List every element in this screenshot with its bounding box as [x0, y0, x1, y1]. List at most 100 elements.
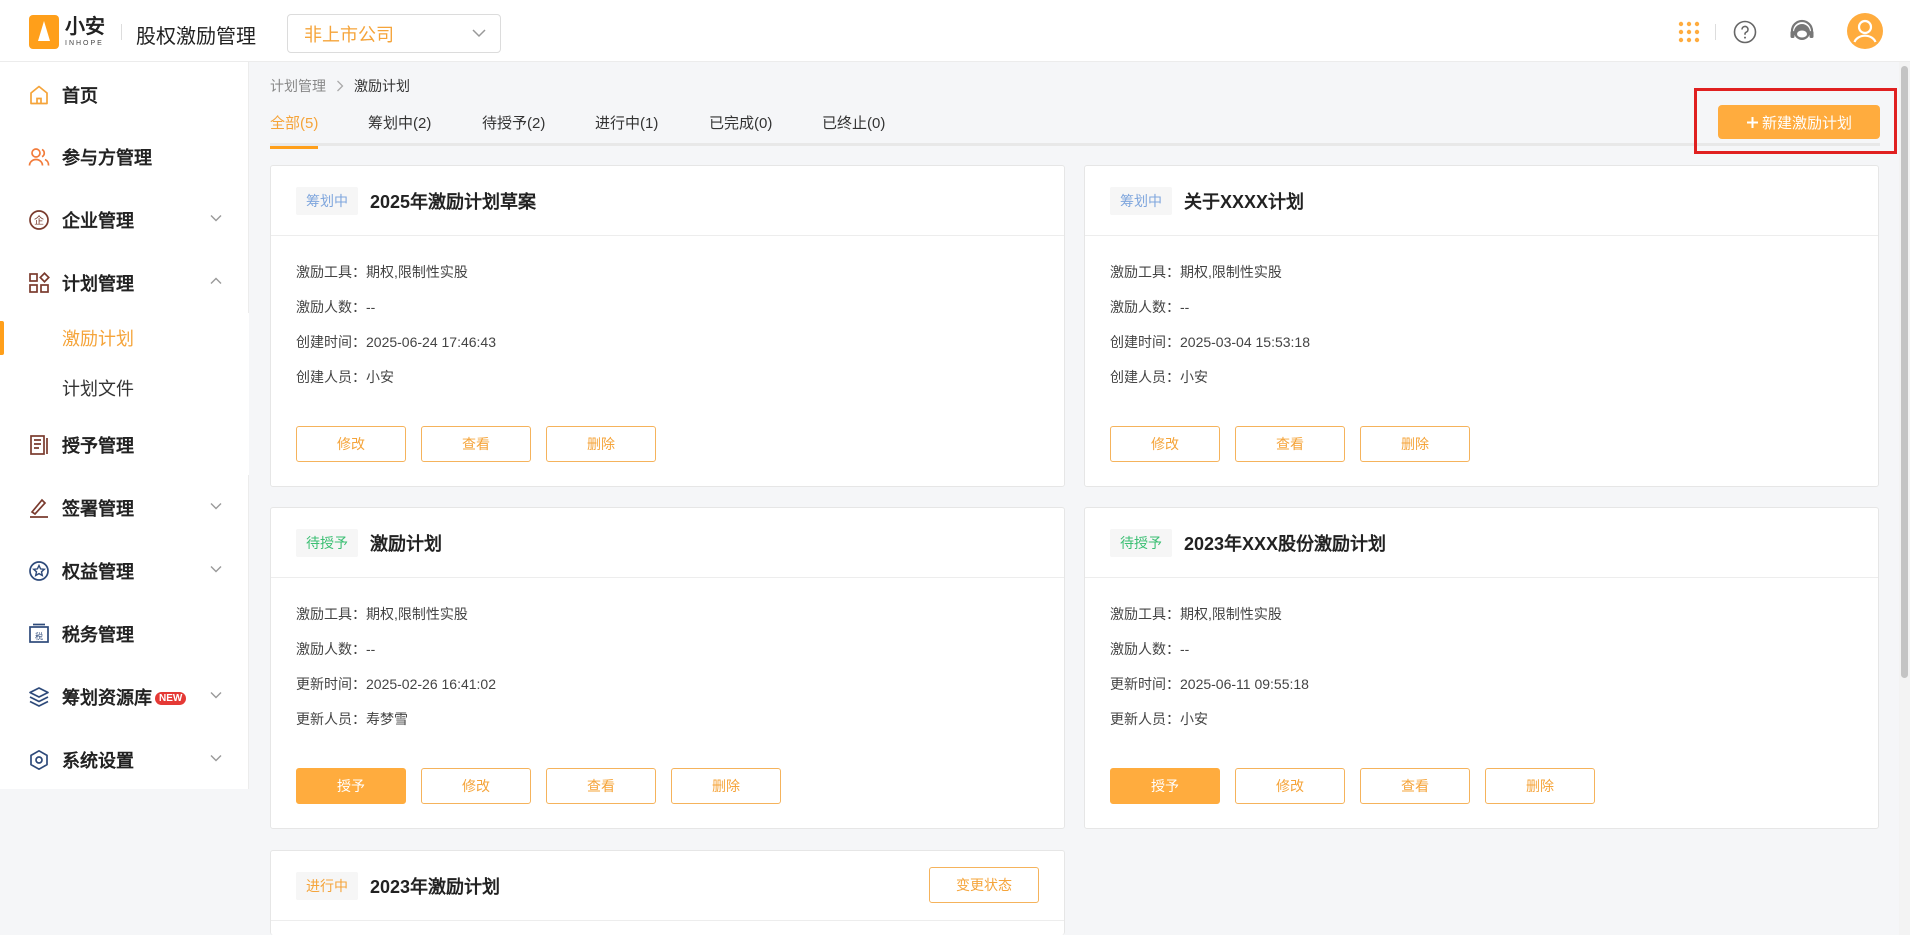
sidebar-item-label: 授予管理: [62, 436, 134, 456]
highlight-box: [1694, 88, 1897, 154]
plan-card: 待授予 激励计划 激励工具：期权,限制性实股 激励人数：-- 更新时间：2025…: [270, 507, 1065, 829]
sidebar-item-grant-management[interactable]: 授予管理: [0, 415, 249, 475]
apps-grid-icon[interactable]: [1678, 21, 1700, 43]
sidebar-subitem-label: 激励计划: [62, 329, 134, 349]
top-bar: 小安 INHOPE 股权激励管理 非上市公司: [0, 0, 1910, 62]
sidebar-item-plan-management[interactable]: 计划管理: [0, 253, 249, 313]
view-button[interactable]: 查看: [546, 768, 656, 804]
sidebar-item-system-settings[interactable]: 系统设置: [0, 730, 249, 790]
app-title: 股权激励管理: [136, 26, 256, 48]
sidebar-subitem-plan-files[interactable]: 计划文件: [0, 363, 249, 413]
settings-icon: [30, 749, 48, 771]
new-badge: NEW: [155, 692, 187, 705]
status-badge: 筹划中: [296, 186, 358, 215]
plan-field-count: 激励人数：--: [296, 641, 376, 657]
customer-service-icon[interactable]: [1789, 19, 1815, 45]
tab-pending-grant[interactable]: 待授予(2): [482, 112, 545, 146]
plan-field-tools: 激励工具：期权,限制性实股: [1110, 606, 1282, 622]
icon-divider: [1715, 24, 1716, 40]
chevron-down-icon: [210, 503, 222, 510]
grant-button[interactable]: 授予: [296, 768, 406, 804]
sidebar-item-label-text: 筹划资源库: [62, 688, 152, 708]
delete-button[interactable]: 删除: [546, 426, 656, 462]
sidebar-item-label: 筹划资源库 NEW: [62, 684, 187, 710]
logo-subtitle: INHOPE: [65, 40, 104, 47]
plan-title: 2023年XXX股份激励计划: [1184, 533, 1387, 554]
edit-button[interactable]: 修改: [421, 768, 531, 804]
svg-text:税: 税: [35, 631, 43, 641]
scrollbar[interactable]: [1899, 62, 1910, 935]
scrollbar-thumb[interactable]: [1901, 66, 1908, 678]
chevron-down-icon: [210, 755, 222, 762]
view-button[interactable]: 查看: [421, 426, 531, 462]
sidebar-item-enterprise[interactable]: 企 企业管理: [0, 190, 249, 250]
sidebar-item-label: 签署管理: [62, 499, 134, 519]
sidebar-item-resource-library[interactable]: 筹划资源库 NEW: [0, 667, 249, 727]
edit-button[interactable]: 修改: [296, 426, 406, 462]
status-tabs: 全部(5) 筹划中(2) 待授予(2) 进行中(1) 已完成(0) 已终止(0): [270, 108, 1880, 149]
view-button[interactable]: 查看: [1360, 768, 1470, 804]
plan-field-count: 激励人数：--: [296, 299, 376, 315]
plan-card: 待授予 2023年XXX股份激励计划 激励工具：期权,限制性实股 激励人数：--…: [1084, 507, 1879, 829]
sidebar-item-label: 税务管理: [62, 625, 134, 645]
edit-button[interactable]: 修改: [1110, 426, 1220, 462]
sidebar-item-label: 首页: [62, 86, 98, 106]
view-button[interactable]: 查看: [1235, 426, 1345, 462]
chevron-down-icon: [210, 566, 222, 573]
grant-button[interactable]: 授予: [1110, 768, 1220, 804]
plan-card-header: 筹划中 2025年激励计划草案: [271, 166, 1064, 236]
tab-completed[interactable]: 已完成(0): [709, 112, 772, 146]
tab-terminated[interactable]: 已终止(0): [822, 112, 885, 146]
sidebar-item-rights-management[interactable]: 权益管理: [0, 541, 249, 601]
plan-field-time: 创建时间：2025-03-04 15:53:18: [1110, 334, 1310, 350]
plan-field-person: 创建人员：小安: [296, 369, 394, 385]
sidebar-subitem-label: 计划文件: [62, 379, 134, 399]
tab-in-progress[interactable]: 进行中(1): [595, 112, 658, 146]
delete-button[interactable]: 删除: [671, 768, 781, 804]
chevron-up-icon: [210, 277, 222, 284]
plan-field-time: 创建时间：2025-06-24 17:46:43: [296, 334, 496, 350]
plan-title: 关于XXXX计划: [1184, 191, 1305, 212]
user-avatar-icon[interactable]: [1847, 13, 1883, 49]
logo[interactable]: 小安 INHOPE: [29, 15, 105, 49]
plan-card-header: 筹划中 关于XXXX计划: [1085, 166, 1878, 236]
sidebar-item-label: 权益管理: [62, 562, 134, 582]
sidebar-item-label: 计划管理: [62, 274, 134, 294]
sidebar-item-participants[interactable]: 参与方管理: [0, 127, 249, 187]
rights-icon: [29, 561, 49, 581]
plan-card-header: 待授予 激励计划: [271, 508, 1064, 578]
tab-all[interactable]: 全部(5): [270, 112, 319, 149]
home-icon: [30, 85, 48, 105]
company-type-select[interactable]: 非上市公司: [287, 14, 501, 53]
chevron-right-icon: [337, 80, 344, 92]
chevron-down-icon: [210, 692, 222, 699]
company-type-value: 非上市公司: [304, 24, 394, 45]
edit-button[interactable]: 修改: [1235, 768, 1345, 804]
sidebar-item-tax-management[interactable]: 税 税务管理: [0, 604, 249, 664]
plan-field-person: 创建人员：小安: [1110, 369, 1208, 385]
tab-planning[interactable]: 筹划中(2): [368, 112, 431, 146]
users-icon: [28, 148, 50, 166]
sidebar-subitem-incentive-plan[interactable]: 激励计划: [0, 313, 249, 363]
help-icon[interactable]: [1733, 20, 1757, 44]
sidebar-item-home[interactable]: 首页: [0, 65, 249, 125]
change-status-button[interactable]: 变更状态: [929, 867, 1039, 903]
delete-button[interactable]: 删除: [1360, 426, 1470, 462]
sidebar-item-label: 参与方管理: [62, 148, 152, 168]
sidebar-item-signing-management[interactable]: 签署管理: [0, 478, 249, 538]
breadcrumb-parent[interactable]: 计划管理: [270, 76, 326, 96]
logo-name: 小安: [65, 16, 105, 38]
plan-card: 筹划中 2025年激励计划草案 激励工具：期权,限制性实股 激励人数：-- 创建…: [270, 165, 1065, 487]
chevron-down-icon: [210, 215, 222, 222]
plan-field-person: 更新人员：小安: [1110, 711, 1208, 727]
sign-icon: [30, 498, 48, 518]
status-badge: 待授予: [296, 528, 358, 557]
sidebar-item-label: 系统设置: [62, 751, 134, 771]
plan-field-count: 激励人数：--: [1110, 641, 1190, 657]
sidebar: 首页 参与方管理 企 企业管理 计划管理 激励计划 计划文件 授予管理 签署管理…: [0, 62, 249, 935]
plan-field-tools: 激励工具：期权,限制性实股: [296, 264, 468, 280]
plan-field-tools: 激励工具：期权,限制性实股: [1110, 264, 1282, 280]
delete-button[interactable]: 删除: [1485, 768, 1595, 804]
enterprise-icon: 企: [29, 210, 49, 230]
plan-title: 2023年激励计划: [370, 876, 501, 897]
